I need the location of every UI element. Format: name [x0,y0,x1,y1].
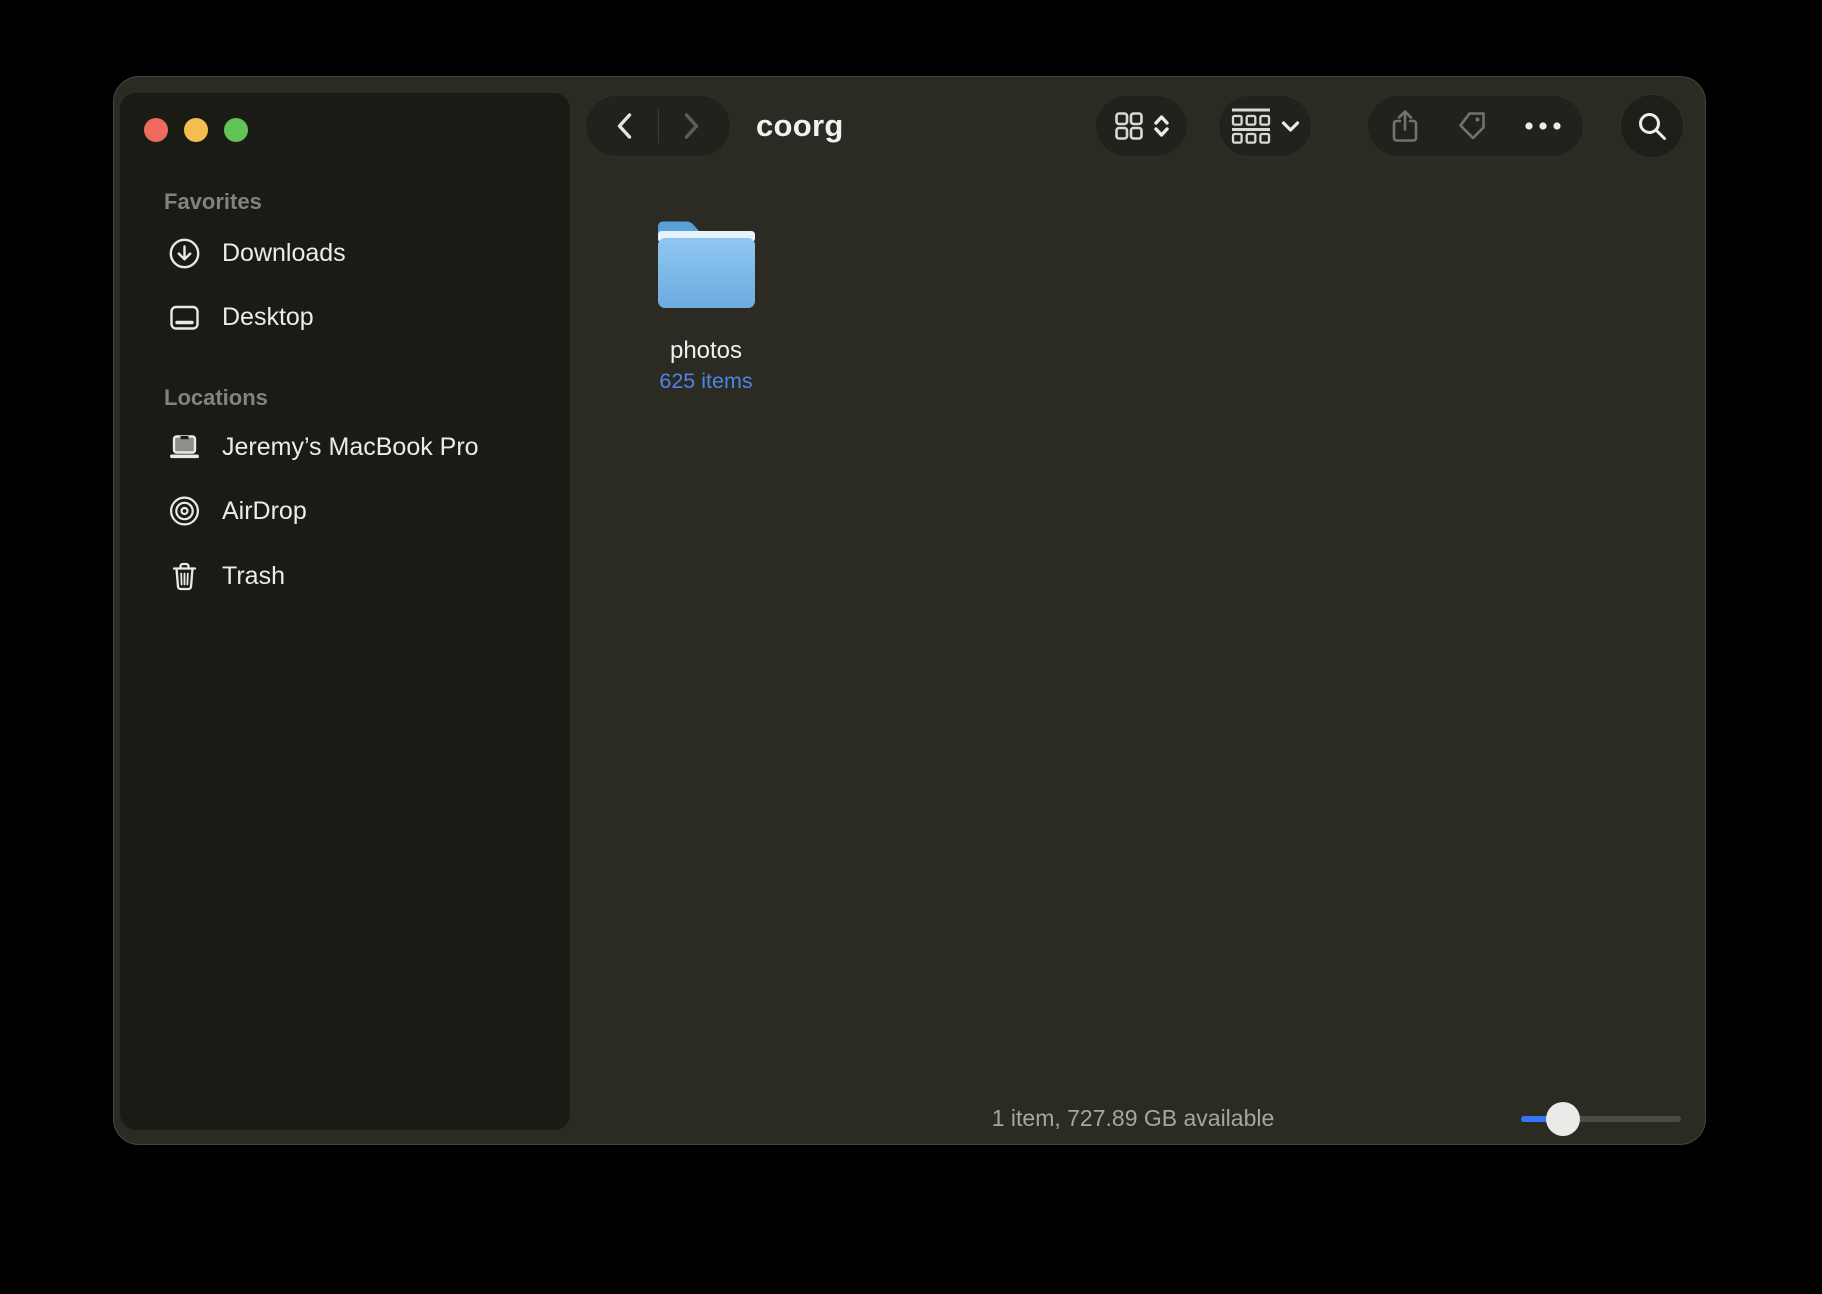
laptop-icon [167,430,202,465]
chevron-left-icon [613,110,637,142]
chevron-up-down-icon [1153,113,1170,139]
desktop-icon [167,300,202,335]
sidebar-item-label: Downloads [222,239,346,268]
status-summary: 1 item, 727.89 GB available [988,1105,1278,1132]
sidebar-item-airdrop[interactable]: AirDrop [167,490,307,532]
sidebar-section-favorites: Favorites [164,188,262,216]
nav-buttons [585,95,731,157]
sidebar-item-desktop[interactable]: Desktop [167,296,314,338]
toolbar-actions [1367,95,1584,157]
desktop-background: Favorites Downloads [0,0,1822,1294]
file-item-photos[interactable]: photos 625 items [606,219,806,394]
group-by-button[interactable] [1218,95,1312,157]
sidebar-item-trash[interactable]: Trash [167,555,285,597]
finder-window: Favorites Downloads [113,76,1706,1145]
chevron-right-icon [679,110,703,142]
sidebar-item-macbook[interactable]: Jeremy’s MacBook Pro [167,426,479,468]
folder-icon [653,219,760,311]
airdrop-icon [167,494,202,529]
trash-icon [167,559,202,594]
icon-size-slider[interactable] [1521,1102,1681,1136]
grid-view-icon [1114,111,1144,141]
more-actions-button[interactable] [1524,121,1562,131]
share-icon [1389,108,1421,144]
back-button[interactable] [592,96,658,156]
file-item-count: 625 items [606,369,806,394]
sidebar-item-label: Desktop [222,303,314,332]
window-title: coorg [756,95,844,157]
sidebar-item-label: AirDrop [222,497,307,526]
sidebar-item-downloads[interactable]: Downloads [167,232,346,274]
minimize-button[interactable] [184,118,208,142]
search-button[interactable] [1620,94,1684,158]
share-button[interactable] [1389,108,1421,144]
download-circle-icon [167,236,202,271]
close-button[interactable] [144,118,168,142]
ellipsis-icon [1524,121,1562,131]
tags-button[interactable] [1456,109,1490,143]
sidebar-item-label: Trash [222,562,285,591]
sidebar: Favorites Downloads [120,93,570,1130]
view-switcher-button[interactable] [1095,95,1188,157]
group-by-icon [1230,107,1272,145]
chevron-down-icon [1281,120,1300,133]
slider-thumb[interactable] [1546,1102,1580,1136]
search-icon [1636,110,1669,143]
window-controls [144,118,248,142]
forward-button[interactable] [659,96,725,156]
sidebar-item-label: Jeremy’s MacBook Pro [222,433,479,462]
fullscreen-button[interactable] [224,118,248,142]
sidebar-section-locations: Locations [164,384,268,412]
tag-icon [1456,109,1490,143]
file-name: photos [606,337,806,365]
